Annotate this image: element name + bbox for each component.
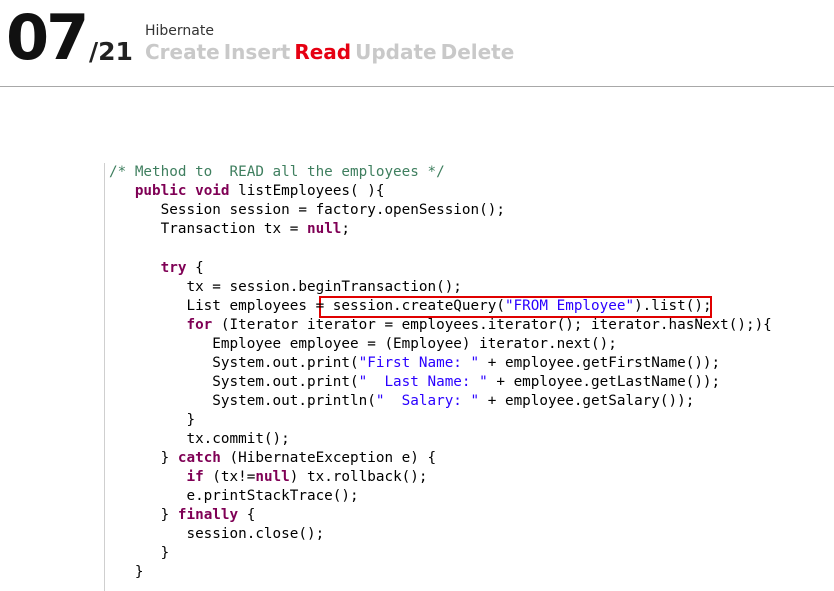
slide-total: /21 — [89, 37, 133, 66]
crud-item-read: Read — [294, 40, 352, 64]
code-token-keyword: try — [160, 260, 187, 276]
code-token-string: " Salary: " — [375, 393, 480, 409]
code-token-plain: session.close(); — [109, 526, 325, 542]
slide-number: 07 — [6, 1, 89, 74]
code-block: /* Method to READ all the employees */ p… — [104, 163, 795, 591]
section-title: Hibernate — [145, 23, 214, 39]
code-token-string: " Last Name: " — [358, 374, 488, 390]
code-token-plain: Session session = factory.openSession(); — [109, 202, 505, 218]
code-token-plain: ).list(); — [634, 298, 712, 314]
code-token-comment: /* Method to READ all the employees */ — [109, 164, 445, 180]
code-token-plain: List employees = session.createQuery( — [109, 298, 505, 314]
code-token-string: "FROM Employee" — [504, 298, 635, 314]
crud-item-update: Update — [355, 40, 437, 64]
code-line: /* Method to READ all the employees */ — [109, 163, 445, 182]
code-line: } — [109, 544, 170, 563]
code-token-plain: e.printStackTrace(); — [109, 488, 359, 504]
code-token-keyword: if — [186, 469, 204, 485]
crud-item-insert: Insert — [223, 40, 291, 64]
code-line: Session session = factory.openSession(); — [109, 201, 505, 220]
code-token-plain: } — [109, 412, 196, 428]
code-token-plain: + employee.getSalary()); — [479, 393, 695, 409]
code-token-plain: System.out.print( — [109, 374, 359, 390]
code-token-plain: (Iterator iterator = employees.iterator(… — [212, 317, 772, 333]
code-line: if (tx!=null) tx.rollback(); — [109, 468, 428, 487]
code-token-plain: ) tx.rollback(); — [289, 469, 428, 485]
code-token-plain: System.out.println( — [109, 393, 376, 409]
code-token-keyword: null — [255, 469, 290, 485]
code-token-keyword: null — [306, 221, 342, 237]
code-token-plain: System.out.print( — [109, 355, 359, 371]
code-token-plain: (HibernateException e) { — [220, 450, 437, 466]
code-line: } — [109, 411, 195, 430]
crud-item-create: Create — [145, 40, 220, 64]
header-divider — [0, 86, 834, 87]
code-token-plain: listEmployees( ){ — [229, 183, 385, 199]
code-token-plain: + employee.getLastName()); — [487, 374, 721, 390]
code-token-keyword: finally — [177, 507, 239, 523]
code-token-plain: (tx!= — [203, 469, 256, 485]
code-line: Transaction tx = null; — [109, 220, 350, 239]
code-token-plain: { — [186, 260, 204, 276]
code-line: tx = session.beginTransaction(); — [109, 278, 462, 297]
code-line: public void listEmployees( ){ — [109, 182, 385, 201]
code-token-plain: + employee.getFirstName()); — [479, 355, 721, 371]
crud-item-delete: Delete — [440, 40, 515, 64]
code-token-plain: tx.commit(); — [109, 431, 290, 447]
code-line: e.printStackTrace(); — [109, 487, 359, 506]
code-token-plain: } — [109, 545, 170, 561]
code-token-plain: } — [109, 564, 144, 580]
code-line: session.close(); — [109, 525, 324, 544]
code-line: for (Iterator iterator = employees.itera… — [109, 316, 772, 335]
code-token-plain: Transaction tx = — [109, 221, 307, 237]
code-token-keyword: catch — [177, 450, 221, 466]
code-line: Employee employee = (Employee) iterator.… — [109, 335, 617, 354]
code-token-plain: tx = session.beginTransaction(); — [109, 279, 462, 295]
code-token-plain: Employee employee = (Employee) iterator.… — [109, 336, 617, 352]
code-line: System.out.print(" Last Name: " + employ… — [109, 373, 720, 392]
code-token-plain: } — [109, 507, 178, 523]
code-line: tx.commit(); — [109, 430, 290, 449]
code-line: } finally { — [109, 506, 256, 525]
code-token-keyword: public — [134, 183, 187, 199]
code-token-keyword: for — [186, 317, 213, 333]
code-token-keyword: void — [195, 183, 230, 199]
code-line: System.out.println(" Salary: " + employe… — [109, 392, 694, 411]
code-line: } catch (HibernateException e) { — [109, 449, 436, 468]
crud-breadcrumb: Create Insert Read Update Delete — [145, 40, 518, 64]
code-line: try { — [109, 259, 204, 278]
code-token-plain: ; — [341, 221, 351, 237]
code-line: List employees = session.createQuery("FR… — [109, 297, 712, 316]
code-token-plain: { — [238, 507, 256, 523]
code-token-plain: } — [109, 450, 178, 466]
code-token-string: "First Name: " — [358, 355, 480, 371]
code-line: System.out.print("First Name: " + employ… — [109, 354, 720, 373]
code-line: } — [109, 563, 144, 582]
